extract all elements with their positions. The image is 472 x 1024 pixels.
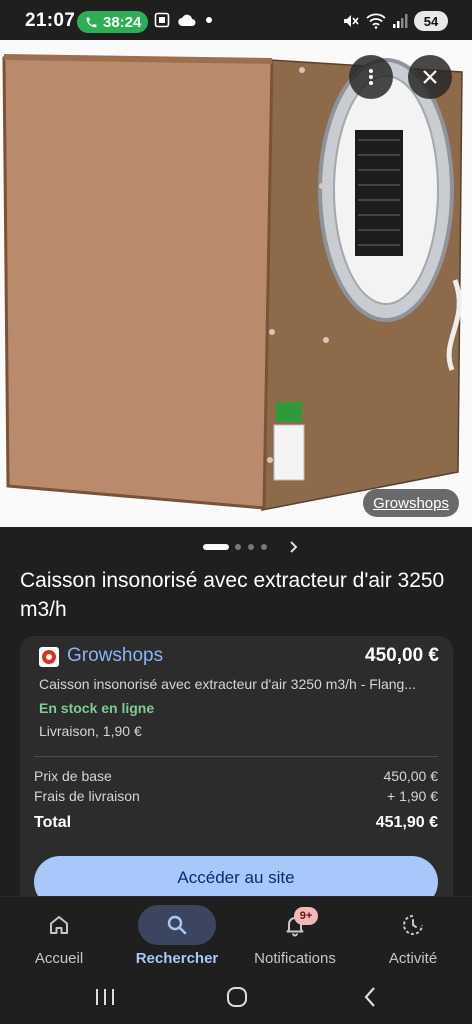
- shop-name-link[interactable]: Growshops: [67, 645, 163, 667]
- pager-dot[interactable]: [248, 544, 254, 550]
- screen-record-icon: [154, 12, 170, 28]
- notification-badge: 9+: [294, 907, 318, 925]
- status-time: 21:07: [25, 10, 76, 31]
- close-button[interactable]: [408, 55, 452, 99]
- base-price-value: 450,00 €: [383, 768, 439, 784]
- nav-activity[interactable]: Activité: [354, 901, 472, 971]
- wifi-icon: [366, 13, 386, 29]
- pager-dot-active[interactable]: [203, 544, 229, 550]
- search-icon: [167, 915, 187, 935]
- home-circle-icon: [227, 987, 247, 1007]
- home-system-button[interactable]: [217, 982, 257, 1012]
- nav-activity-label: Activité: [388, 950, 438, 967]
- dot-icon: [206, 17, 212, 23]
- offer-description: Caisson insonorisé avec extracteur d'air…: [39, 676, 416, 692]
- total-row: Total 451,90 €: [34, 814, 438, 832]
- total-value: 451,90 €: [375, 814, 438, 831]
- back-button[interactable]: [350, 982, 390, 1012]
- signal-icon: [393, 14, 408, 28]
- pager-dot[interactable]: [235, 544, 241, 550]
- system-navigation-bar: [0, 972, 472, 1024]
- recents-icon: [96, 989, 114, 1005]
- status-bar: 21:07 38:24 54: [0, 0, 472, 40]
- shipping-value: + 1,90 €: [387, 788, 438, 804]
- nav-notifications[interactable]: 9+ Notifications: [236, 901, 354, 971]
- more-vert-icon: [369, 69, 373, 85]
- cloud-icon: [178, 14, 196, 27]
- nav-search[interactable]: Rechercher: [118, 901, 236, 971]
- back-icon: [364, 987, 375, 1007]
- image-source-link[interactable]: Growshops: [363, 489, 459, 517]
- shop-row: Growshops 450,00 €: [39, 645, 439, 669]
- product-image: [0, 40, 472, 527]
- phone-icon: [86, 17, 97, 27]
- nav-home-label: Accueil: [34, 950, 84, 967]
- divider: [34, 756, 438, 757]
- pager-dot[interactable]: [261, 544, 267, 550]
- close-icon: [423, 70, 437, 84]
- total-label: Total: [34, 814, 72, 831]
- offer-price: 450,00 €: [365, 645, 439, 666]
- battery-level: 54: [423, 13, 439, 29]
- shipping-label: Frais de livraison: [34, 788, 140, 804]
- more-options-button[interactable]: [349, 55, 393, 99]
- call-timer: 38:24: [103, 13, 142, 31]
- base-price-label: Prix de base: [34, 768, 112, 784]
- ongoing-call-pill[interactable]: 38:24: [77, 11, 148, 33]
- battery-indicator: 54: [414, 11, 448, 31]
- shop-logo: [39, 647, 59, 667]
- offer-card[interactable]: Growshops 450,00 € Caisson insonorisé av…: [20, 636, 453, 916]
- home-icon: [50, 916, 68, 934]
- nav-notifications-label: Notifications: [254, 950, 336, 967]
- nav-search-label: Rechercher: [135, 950, 219, 967]
- recents-button[interactable]: [85, 982, 125, 1012]
- stock-status: En stock en ligne: [39, 700, 155, 716]
- bottom-navigation: Accueil Rechercher 9+ Notifications Acti…: [0, 896, 472, 972]
- chevron-right-icon[interactable]: [287, 540, 299, 554]
- nav-home[interactable]: Accueil: [0, 901, 118, 971]
- delivery-info: Livraison, 1,90 €: [39, 723, 142, 739]
- activity-icon: [403, 915, 423, 935]
- product-image-viewer[interactable]: Growshops: [0, 40, 472, 527]
- mute-icon: [344, 15, 359, 27]
- base-price-row: Prix de base 450,00 €: [34, 768, 438, 784]
- image-pager: [0, 538, 472, 556]
- product-title: Caisson insonorisé avec extracteur d'air…: [20, 569, 445, 621]
- shipping-row: Frais de livraison + 1,90 €: [34, 788, 438, 804]
